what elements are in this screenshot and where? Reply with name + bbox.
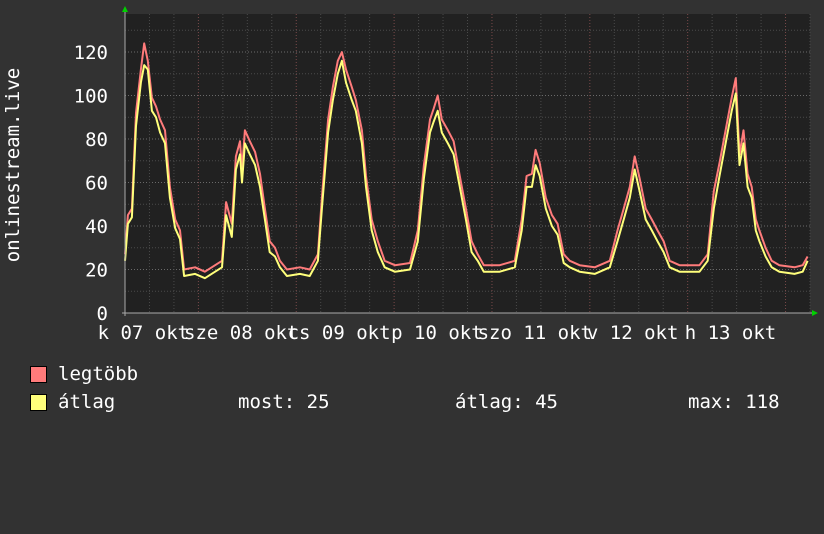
legend-item-average: átlag most: 25 átlag: 45 max: 118 bbox=[30, 390, 820, 414]
plot-area bbox=[125, 14, 810, 313]
legend-label: átlag bbox=[58, 391, 116, 413]
stat-current: most: 25 bbox=[238, 391, 330, 413]
y-axis-label: onlinestream.live bbox=[2, 68, 24, 262]
x-tick-label: sze 08 okt bbox=[184, 322, 298, 344]
x-tick-label: szo 11 okt bbox=[478, 322, 592, 344]
y-tick-label: 20 bbox=[85, 260, 108, 282]
stat-max: max: 118 bbox=[688, 391, 780, 413]
x-tick-label: h 13 okt bbox=[685, 322, 777, 344]
x-tick-label: v 12 okt bbox=[587, 322, 679, 344]
y-tick-label: 60 bbox=[85, 173, 108, 195]
y-tick-label: 40 bbox=[85, 216, 108, 238]
y-tick-label: 80 bbox=[85, 129, 108, 151]
x-tick-label: cs 09 okt bbox=[288, 322, 391, 344]
y-axis: 020406080100120 bbox=[74, 42, 108, 325]
x-tick-label: p 10 okt bbox=[391, 322, 483, 344]
legend-label: legtöbb bbox=[58, 363, 139, 385]
legend-swatch-max bbox=[30, 366, 47, 383]
x-axis: k 07 oktsze 08 oktcs 09 okt p 10 oktszo 1… bbox=[98, 322, 777, 344]
y-axis-arrow-icon bbox=[122, 6, 128, 12]
legend-item-max: legtöbb bbox=[30, 362, 138, 386]
y-tick-label: 100 bbox=[74, 86, 108, 108]
chart: 020406080100120 k 07 oktsze 08 oktcs 09 … bbox=[2, 6, 818, 344]
x-tick-label: k 07 okt bbox=[98, 322, 190, 344]
stat-average: átlag: 45 bbox=[455, 391, 558, 413]
y-tick-label: 120 bbox=[74, 42, 108, 64]
x-axis-arrow-icon bbox=[812, 310, 818, 316]
legend-swatch-average bbox=[30, 394, 47, 411]
